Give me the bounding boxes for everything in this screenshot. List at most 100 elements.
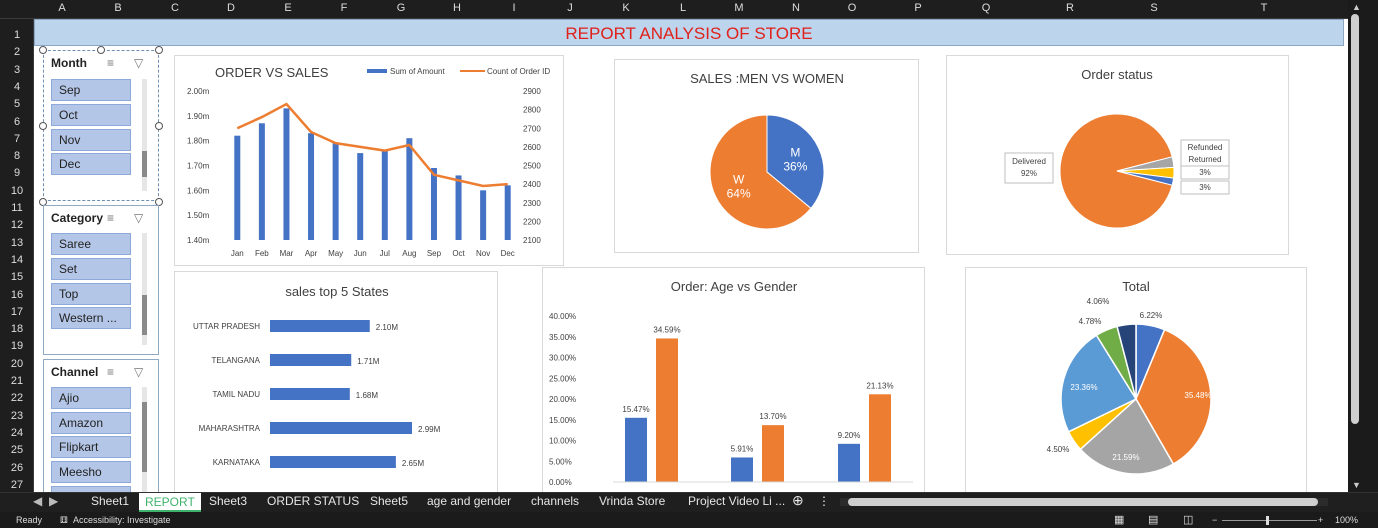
tab-sheet1[interactable]: Sheet1 (91, 494, 129, 508)
page-layout-icon[interactable]: ▤ (1148, 513, 1158, 526)
tab-scroll-right[interactable]: ▶ (49, 494, 58, 508)
channel-slicer[interactable]: Channel ≡ ▽ Ajio Amazon Flipkart Meesho (43, 359, 159, 492)
row-header-12[interactable]: 12 (0, 219, 34, 231)
resize-handle[interactable] (155, 46, 163, 54)
sales-men-women-chart[interactable]: SALES :MEN VS WOMEN M 36% W 64% (614, 59, 919, 253)
clear-filter-icon[interactable]: ▽ (134, 365, 143, 379)
column-header-Q[interactable]: Q (976, 2, 996, 14)
row-header-5[interactable]: 5 (0, 98, 34, 110)
slicer-item-top[interactable]: Top (51, 283, 131, 305)
month-slicer[interactable]: Month ≡ ▽ Sep Oct Nov Dec (43, 50, 159, 201)
column-header-E[interactable]: E (278, 2, 298, 14)
scroll-up-arrow[interactable]: ▲ (1352, 2, 1361, 12)
row-header-8[interactable]: 8 (0, 150, 34, 162)
page-break-icon[interactable]: ◫ (1183, 513, 1193, 526)
category-slicer[interactable]: Category ≡ ▽ Saree Set Top Western ... (43, 205, 159, 355)
row-header-7[interactable]: 7 (0, 133, 34, 145)
slicer-scroll-thumb[interactable] (142, 151, 147, 177)
column-header-J[interactable]: J (560, 2, 580, 14)
tab-report[interactable]: REPORT (139, 493, 201, 512)
slicer-scrollbar[interactable] (142, 79, 147, 191)
worksheet-grid[interactable]: REPORT ANALYSIS OF STORE Month ≡ ▽ Sep O… (34, 19, 1348, 492)
tab-vrinda-store[interactable]: Vrinda Store (599, 494, 665, 508)
row-header-17[interactable]: 17 (0, 306, 34, 318)
slicer-item-meesho[interactable]: Meesho (51, 461, 131, 483)
column-header-K[interactable]: K (616, 2, 636, 14)
row-header-1[interactable]: 1 (0, 29, 34, 41)
slicer-item-oct[interactable]: Oct (51, 104, 131, 126)
accessibility-status[interactable]: Accessibility: Investigate (73, 515, 171, 525)
multi-select-icon[interactable]: ≡ (107, 365, 114, 379)
zoom-level[interactable]: 100% (1335, 515, 1358, 525)
row-header-11[interactable]: 11 (0, 202, 34, 214)
column-header-O[interactable]: O (842, 2, 862, 14)
zoom-slider-thumb[interactable] (1266, 516, 1269, 525)
row-header-13[interactable]: 13 (0, 237, 34, 249)
top-states-chart[interactable]: sales top 5 States UTTAR PRADESH 2.10M TELA… (174, 271, 498, 492)
horizontal-scroll-thumb[interactable] (848, 498, 1318, 506)
vertical-scroll-thumb[interactable] (1351, 14, 1359, 424)
resize-handle[interactable] (39, 122, 47, 130)
more-tabs-icon[interactable]: ⋮ (818, 494, 830, 508)
multi-select-icon[interactable]: ≡ (107, 56, 114, 70)
zoom-slider[interactable] (1222, 520, 1317, 521)
tab-sheet3[interactable]: Sheet3 (209, 494, 247, 508)
slicer-item-western[interactable]: Western ... (51, 307, 131, 329)
normal-view-icon[interactable]: ▦ (1114, 513, 1124, 526)
row-header-6[interactable]: 6 (0, 116, 34, 128)
row-header-19[interactable]: 19 (0, 340, 34, 352)
row-header-16[interactable]: 16 (0, 289, 34, 301)
column-header-A[interactable]: A (52, 2, 72, 14)
resize-handle[interactable] (155, 122, 163, 130)
scroll-down-arrow[interactable]: ▼ (1352, 480, 1361, 490)
slicer-item-set[interactable]: Set (51, 258, 131, 280)
horizontal-scrollbar[interactable] (840, 498, 1328, 506)
row-header-4[interactable]: 4 (0, 81, 34, 93)
column-header-T[interactable]: T (1254, 2, 1274, 14)
row-header-21[interactable]: 21 (0, 375, 34, 387)
row-header-27[interactable]: 27 (0, 479, 34, 491)
column-header-B[interactable]: B (108, 2, 128, 14)
slicer-item-saree[interactable]: Saree (51, 233, 131, 255)
row-header-9[interactable]: 9 (0, 167, 34, 179)
slicer-item-sep[interactable]: Sep (51, 79, 131, 101)
column-header-H[interactable]: H (447, 2, 467, 14)
tab-project-video[interactable]: Project Video Li ... (688, 494, 785, 508)
tab-sheet5[interactable]: Sheet5 (370, 494, 408, 508)
tab-scroll-left[interactable]: ◀ (33, 494, 42, 508)
zoom-out-icon[interactable]: − (1212, 515, 1217, 525)
row-header-14[interactable]: 14 (0, 254, 34, 266)
row-header-25[interactable]: 25 (0, 444, 34, 456)
zoom-in-icon[interactable]: + (1318, 515, 1323, 525)
column-header-G[interactable]: G (391, 2, 411, 14)
column-header-N[interactable]: N (786, 2, 806, 14)
add-sheet-icon[interactable]: ⊕ (792, 492, 804, 509)
slicer-scrollbar[interactable] (142, 387, 147, 492)
order-status-chart[interactable]: Order status Delivered 92% Refunded Returned… (946, 55, 1289, 255)
row-header-2[interactable]: 2 (0, 46, 34, 58)
row-header-3[interactable]: 3 (0, 64, 34, 76)
row-header-24[interactable]: 24 (0, 427, 34, 439)
column-header-I[interactable]: I (504, 2, 524, 14)
row-header-18[interactable]: 18 (0, 323, 34, 335)
row-header-15[interactable]: 15 (0, 271, 34, 283)
multi-select-icon[interactable]: ≡ (107, 211, 114, 225)
tab-channels[interactable]: channels (531, 494, 579, 508)
column-header-L[interactable]: L (673, 2, 693, 14)
row-header-26[interactable]: 26 (0, 462, 34, 474)
total-channel-chart[interactable]: Total 6.22% 35.48% 21.59% 4.50% 23.36% 4.78% 4.… (965, 267, 1307, 492)
column-header-D[interactable]: D (221, 2, 241, 14)
column-header-S[interactable]: S (1144, 2, 1164, 14)
row-header-20[interactable]: 20 (0, 358, 34, 370)
column-header-R[interactable]: R (1060, 2, 1080, 14)
column-header-P[interactable]: P (908, 2, 928, 14)
clear-filter-icon[interactable]: ▽ (134, 56, 143, 70)
age-gender-chart[interactable]: Order: Age vs Gender 40.00% 35.00% 30.00% 25… (542, 267, 925, 492)
clear-filter-icon[interactable]: ▽ (134, 211, 143, 225)
order-vs-sales-chart[interactable]: ORDER VS SALES Sum of Amount Count of Orde… (174, 55, 564, 266)
slicer-item-dec[interactable]: Dec (51, 153, 131, 175)
tab-age-and-gender[interactable]: age and gender (427, 494, 511, 508)
row-header-10[interactable]: 10 (0, 185, 34, 197)
slicer-scrollbar[interactable] (142, 233, 147, 345)
slicer-item-ajio[interactable]: Ajio (51, 387, 131, 409)
